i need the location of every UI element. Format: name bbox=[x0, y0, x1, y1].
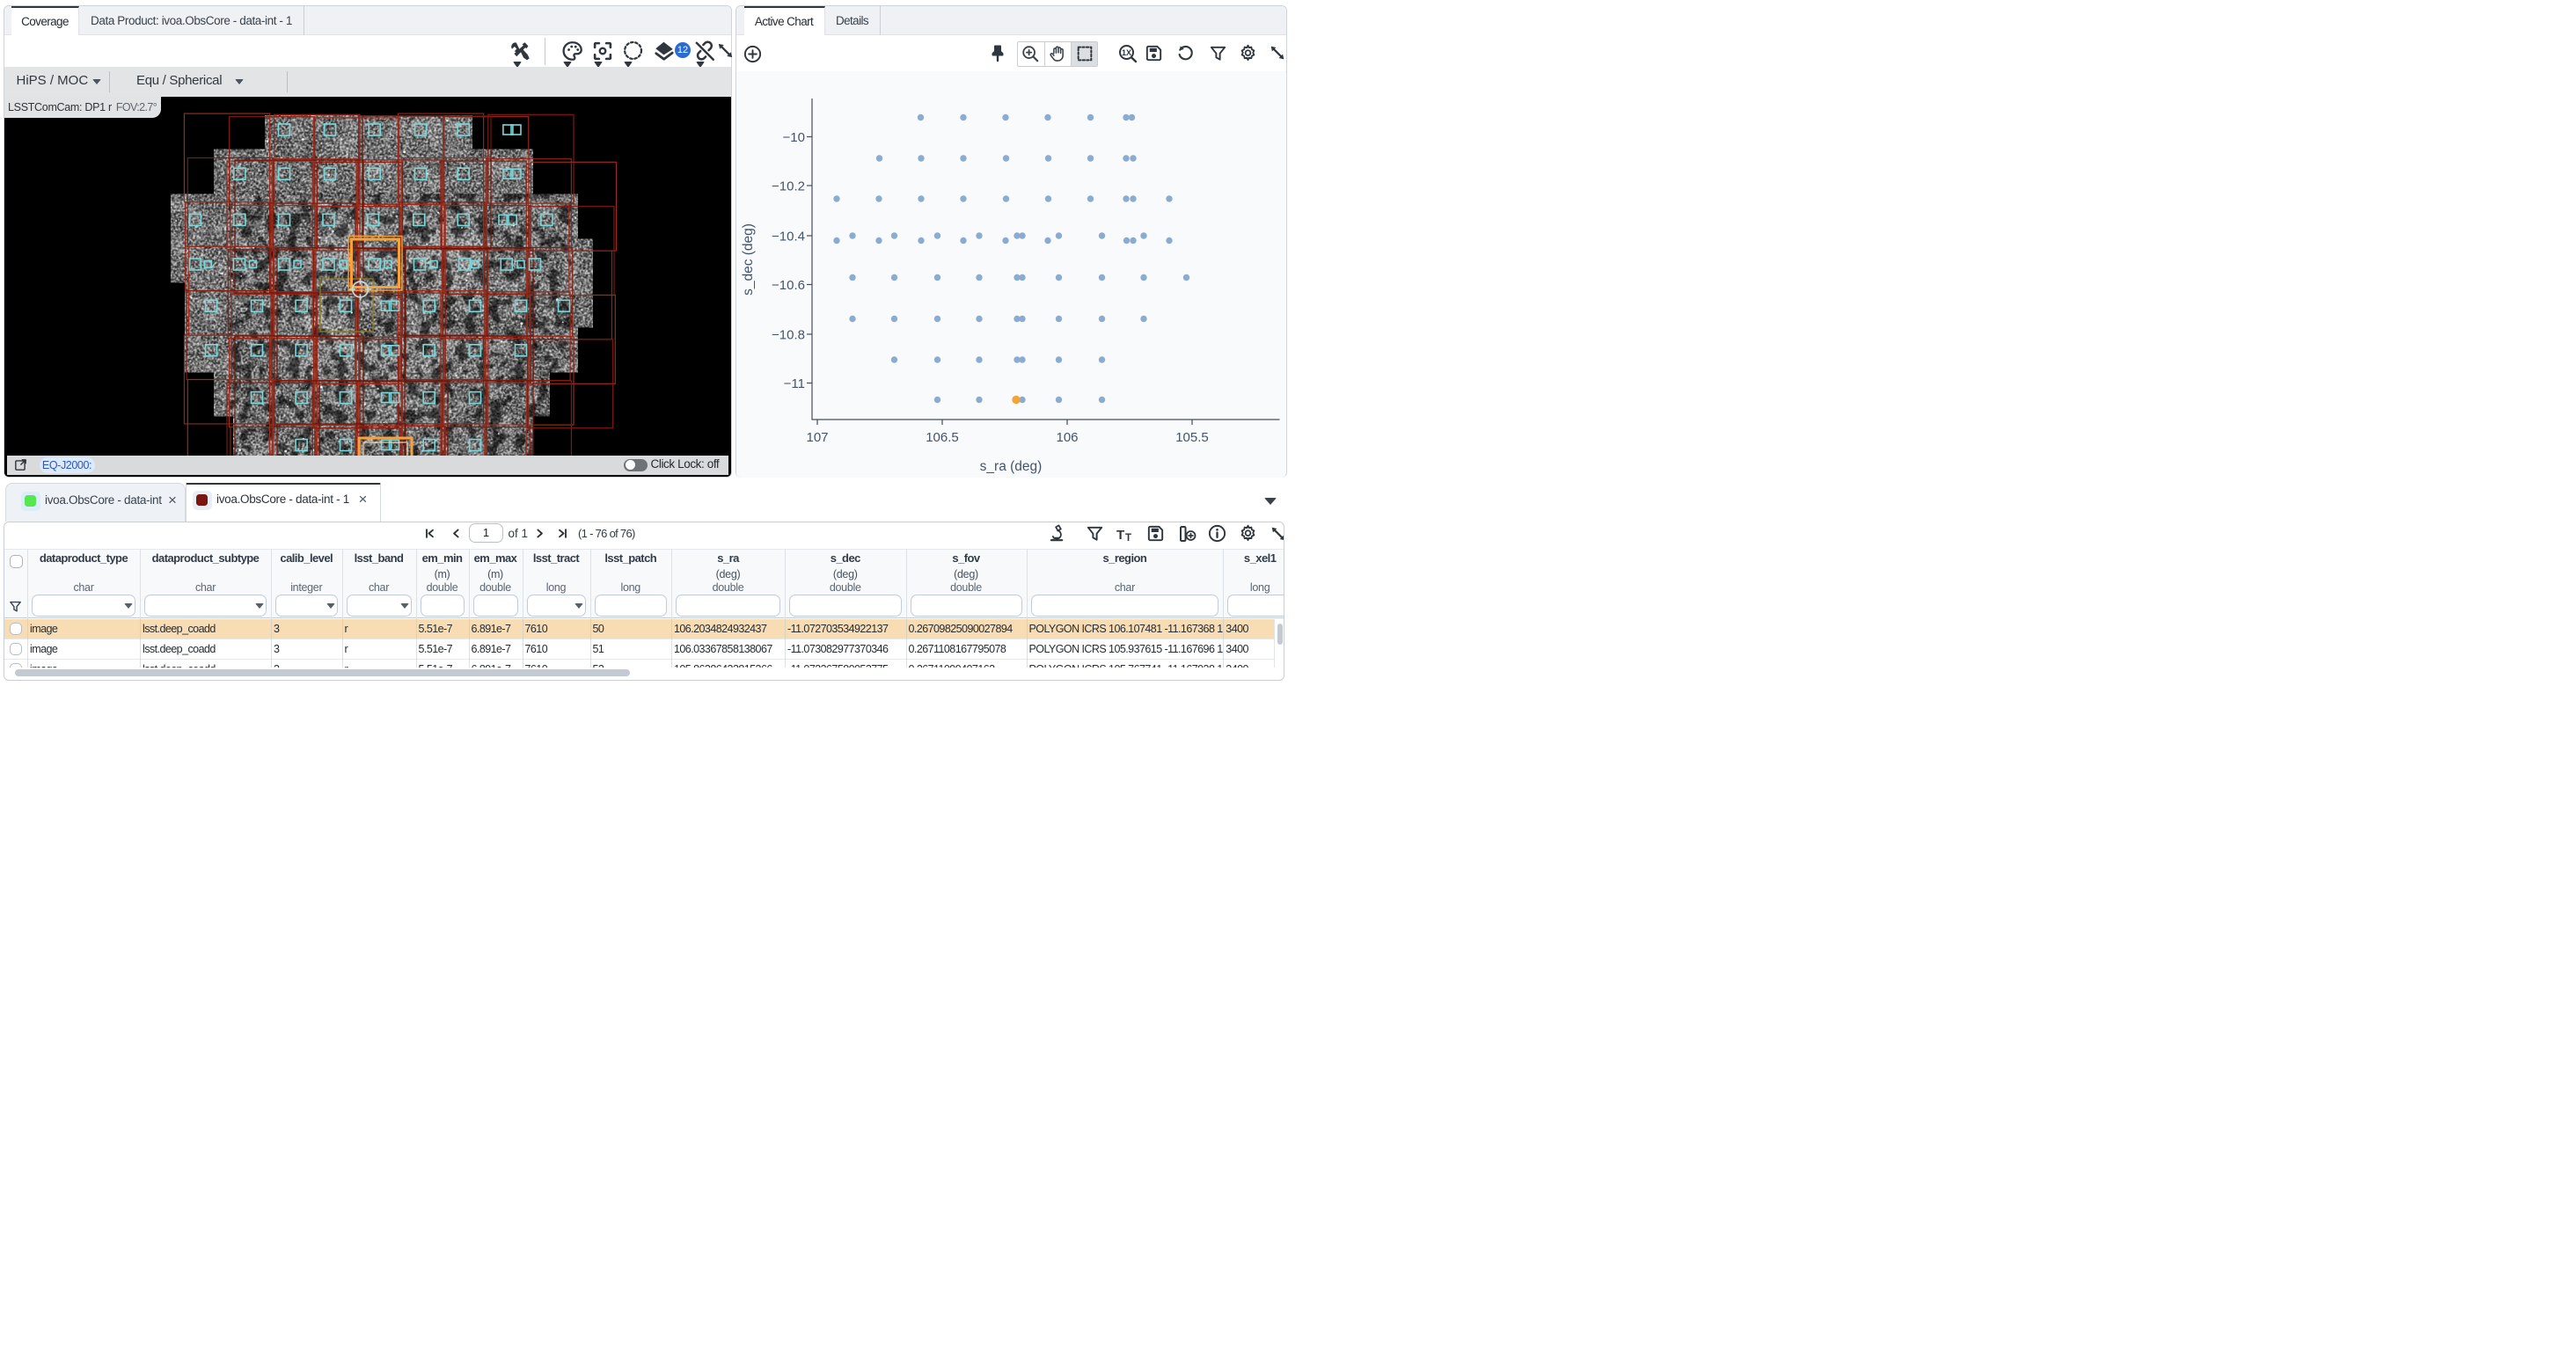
svg-text:T: T bbox=[1116, 528, 1124, 543]
svg-text:1X: 1X bbox=[1121, 47, 1131, 56]
svg-text:−10: −10 bbox=[783, 130, 805, 145]
svg-text:107: 107 bbox=[806, 430, 828, 445]
svg-text:T: T bbox=[1125, 533, 1131, 544]
svg-text:−10.4: −10.4 bbox=[772, 230, 805, 245]
svg-text:−11: −11 bbox=[784, 376, 805, 391]
svg-text:−10.6: −10.6 bbox=[772, 278, 805, 293]
svg-text:s_dec (deg): s_dec (deg) bbox=[741, 223, 756, 296]
svg-text:s_ra (deg): s_ra (deg) bbox=[980, 459, 1043, 474]
svg-text:−10.8: −10.8 bbox=[772, 328, 805, 343]
svg-text:106: 106 bbox=[1056, 430, 1078, 445]
svg-text:−10.2: −10.2 bbox=[772, 179, 805, 194]
svg-text:105.5: 105.5 bbox=[1175, 430, 1209, 445]
svg-text:106.5: 106.5 bbox=[926, 430, 959, 445]
